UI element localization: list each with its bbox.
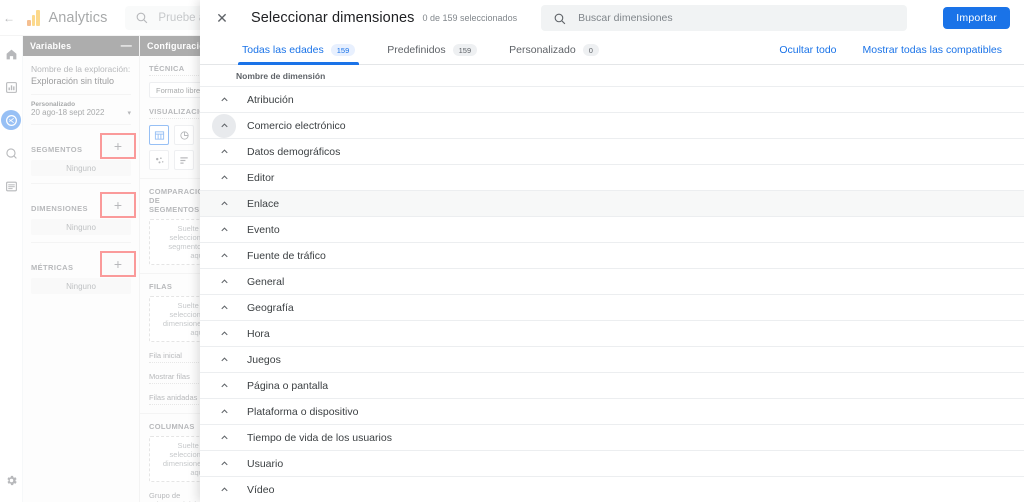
chevron-up-icon[interactable] [212,140,236,164]
chevron-up-icon[interactable] [212,218,236,242]
screen-root: ← Analytics Pruebe a buscar [0,0,1024,502]
list-item[interactable]: Enlace [200,190,1024,216]
list-item-label: Fuente de tráfico [247,249,326,262]
tab-label: Predefinidos [387,44,446,56]
list-item[interactable]: Vídeo [200,476,1024,502]
list-item[interactable]: General [200,268,1024,294]
tab-todas-las-edades[interactable]: Todas las edades 159 [237,36,360,65]
tab-label: Personalizado [509,44,576,56]
tab-label: Todas las edades [242,44,324,56]
list-item-label: Página o pantalla [247,379,329,392]
tab-badge: 0 [582,44,599,56]
close-icon[interactable]: ✕ [212,8,232,28]
list-item[interactable]: Fuente de tráfico [200,242,1024,268]
chevron-up-icon[interactable] [212,348,236,372]
list-item-label: Tiempo de vida de los usuarios [247,431,392,444]
dialog-tab-links: Ocultar todo Mostrar todas las compatibl… [779,44,1024,56]
list-item[interactable]: Tiempo de vida de los usuarios [200,424,1024,450]
list-item-label: Geografía [247,301,294,314]
list-item[interactable]: Plataforma o dispositivo [200,398,1024,424]
list-item-label: General [247,275,285,288]
chevron-up-icon[interactable] [212,166,236,190]
chevron-up-icon[interactable] [212,244,236,268]
chevron-up-icon[interactable] [212,296,236,320]
chevron-up-icon[interactable] [212,374,236,398]
list-item-label: Vídeo [247,483,275,496]
chevron-up-icon[interactable] [212,478,236,502]
tab-personalizado[interactable]: Personalizado 0 [507,36,601,65]
chevron-up-icon[interactable] [212,270,236,294]
list-item[interactable]: Editor [200,164,1024,190]
search-icon [554,13,566,24]
list-item[interactable]: Comercio electrónico [200,112,1024,138]
chevron-up-icon[interactable] [212,452,236,476]
list-item-label: Hora [247,327,270,340]
list-item-label: Plataforma o dispositivo [247,405,359,418]
dialog-header: ✕ Seleccionar dimensiones 0 de 159 selec… [200,0,1024,36]
chevron-up-icon[interactable] [212,113,236,138]
list-item[interactable]: Geografía [200,294,1024,320]
list-item-label: Juegos [247,353,281,366]
dimension-search-placeholder: Buscar dimensiones [578,12,673,24]
list-item[interactable]: Juegos [200,346,1024,372]
list-item[interactable]: Usuario [200,450,1024,476]
list-column-header: Nombre de dimensión [200,65,1024,86]
list-item-label: Enlace [247,197,280,210]
dimension-name-column-label: Nombre de dimensión [236,70,326,81]
chevron-up-icon[interactable] [212,400,236,424]
chevron-up-icon[interactable] [212,88,236,112]
list-item-label: Evento [247,223,280,236]
tab-badge: 159 [330,44,356,56]
list-item[interactable]: Evento [200,216,1024,242]
dialog-tabs: Todas las edades 159 Predefinidos 159 Pe… [200,36,1024,65]
list-item-label: Usuario [247,457,284,470]
list-item-label: Comercio electrónico [247,119,346,132]
selection-count: 0 de 159 seleccionados [422,13,518,23]
list-item-label: Atribución [247,93,294,106]
list-item[interactable]: Datos demográficos [200,138,1024,164]
list-item[interactable]: Página o pantalla [200,372,1024,398]
show-all-compatible-link[interactable]: Mostrar todas las compatibles [863,44,1002,56]
list-item-label: Editor [247,171,275,184]
chevron-up-icon[interactable] [212,426,236,450]
chevron-up-icon[interactable] [212,322,236,346]
hide-all-link[interactable]: Ocultar todo [779,44,836,56]
list-item[interactable]: Hora [200,320,1024,346]
dialog-title: Seleccionar dimensiones [251,10,415,26]
tab-predefinidos[interactable]: Predefinidos 159 [385,36,479,65]
tab-badge: 159 [452,44,478,56]
chevron-up-icon[interactable] [212,192,236,216]
list-item[interactable]: Atribución [200,86,1024,112]
dimension-search-box[interactable]: Buscar dimensiones [541,5,908,31]
list-item-label: Datos demográficos [247,145,341,158]
dimension-list[interactable]: Atribución Comercio electrónico Datos de… [200,86,1024,502]
import-button[interactable]: Importar [943,7,1010,29]
select-dimensions-dialog: ✕ Seleccionar dimensiones 0 de 159 selec… [200,0,1024,502]
